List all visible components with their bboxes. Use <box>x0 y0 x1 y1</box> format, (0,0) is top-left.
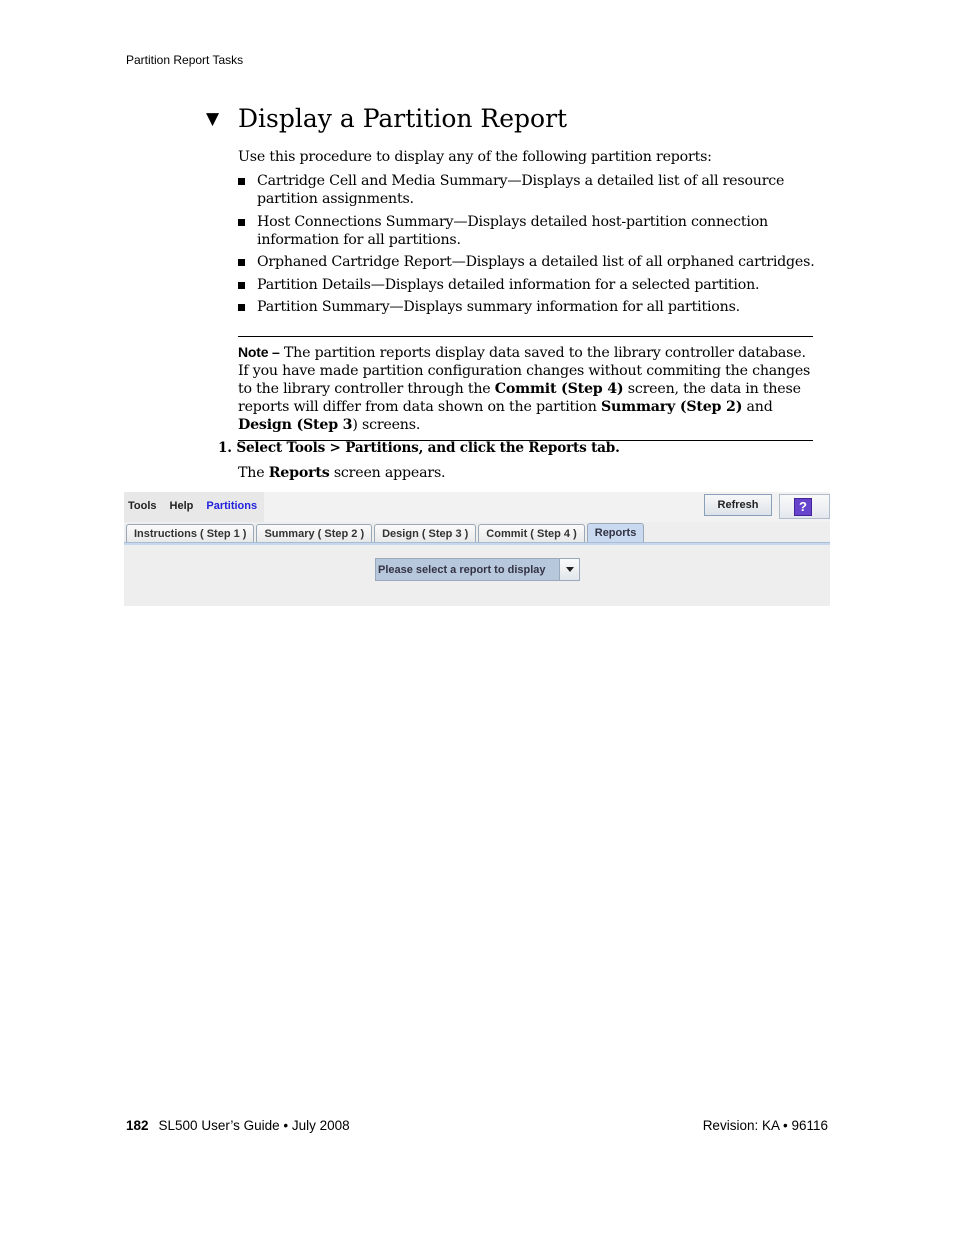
reports-screen: Tools Help Partitions Refresh ? Instruct… <box>124 492 830 606</box>
chevron-down-icon <box>565 567 574 572</box>
step-result: The Reports screen appears. <box>238 465 446 481</box>
footer-left: 182 SL500 User’s Guide • July 2008 <box>126 1118 350 1133</box>
bullet-icon <box>238 259 245 266</box>
tab-bar: Instructions ( Step 1 ) Summary ( Step 2… <box>126 523 646 542</box>
menu-partitions[interactable]: Partitions <box>206 500 257 512</box>
menu-bar: Tools Help Partitions <box>124 492 266 520</box>
bullet-icon <box>238 304 245 311</box>
bullet-icon <box>238 218 245 226</box>
help-button[interactable]: ? <box>779 494 830 519</box>
list-item: Partition Details—Displays detailed info… <box>238 276 838 294</box>
note-box: Note – The partition reports display dat… <box>238 336 813 441</box>
section-title: ▼ Display a Partition Report <box>206 104 567 133</box>
report-select-value: Please select a report to display <box>378 563 546 576</box>
footer-revision: Revision: KA • 96116 <box>702 1118 828 1133</box>
help-icon: ? <box>794 497 812 516</box>
tab-summary[interactable]: Summary ( Step 2 ) <box>256 524 373 542</box>
tab-divider <box>124 542 830 545</box>
list-item: Host Connections Summary—Displays detail… <box>238 213 838 249</box>
footer-title: SL500 User’s Guide • July 2008 <box>158 1118 350 1133</box>
page-number: 182 <box>126 1118 149 1133</box>
bullet-icon <box>238 281 245 289</box>
list-item: Partition Summary—Displays summary infor… <box>238 298 838 316</box>
note-label: Note – <box>238 344 280 360</box>
step-1: 1. Select Tools > Partitions, and click … <box>218 440 620 456</box>
refresh-button[interactable]: Refresh <box>704 494 772 516</box>
running-head: Partition Report Tasks <box>126 53 244 67</box>
section-title-text: Display a Partition Report <box>238 104 568 133</box>
intro-paragraph: Use this procedure to display any of the… <box>238 149 712 165</box>
step-number: 1. <box>218 440 232 456</box>
report-select[interactable]: Please select a report to display <box>375 558 580 581</box>
list-item: Orphaned Cartridge Report—Displays a det… <box>238 253 838 271</box>
tab-instructions[interactable]: Instructions ( Step 1 ) <box>126 524 255 542</box>
report-list: Cartridge Cell and Media Summary—Display… <box>238 172 838 321</box>
menu-tools[interactable]: Tools <box>128 500 157 512</box>
tab-reports[interactable]: Reports <box>586 523 645 542</box>
menu-help[interactable]: Help <box>170 500 194 512</box>
report-select-dropdown-button[interactable] <box>559 559 579 580</box>
tab-design[interactable]: Design ( Step 3 ) <box>374 524 477 542</box>
list-item: Cartridge Cell and Media Summary—Display… <box>238 172 838 208</box>
tab-commit[interactable]: Commit ( Step 4 ) <box>478 524 585 542</box>
down-triangle-icon: ▼ <box>206 108 220 129</box>
bullet-icon <box>238 178 245 185</box>
step-instruction: Select Tools > Partitions, and click the… <box>236 440 620 456</box>
